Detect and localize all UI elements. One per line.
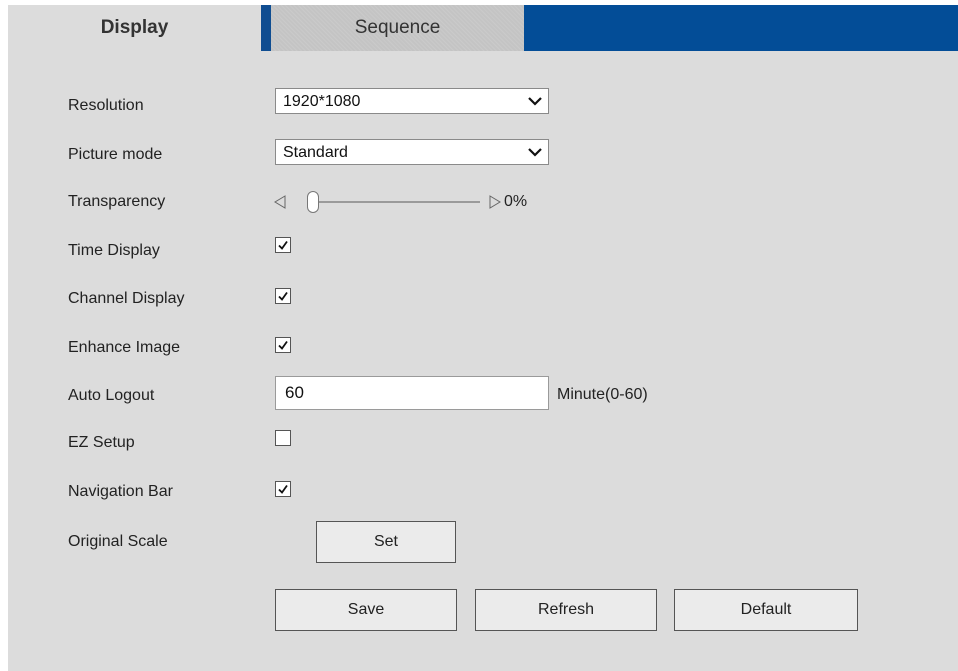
enhance-image-checkbox[interactable] bbox=[275, 337, 291, 353]
time-display-checkbox[interactable] bbox=[275, 237, 291, 253]
default-button[interactable]: Default bbox=[674, 589, 858, 631]
slider-right-arrow-icon[interactable] bbox=[489, 195, 501, 209]
original-scale-label: Original Scale bbox=[68, 533, 168, 550]
display-settings-panel: Display Sequence Resolution 1920*1080 Pi… bbox=[8, 5, 958, 671]
tab-sequence[interactable]: Sequence bbox=[271, 5, 524, 51]
transparency-slider[interactable]: 0% bbox=[274, 190, 554, 216]
slider-track[interactable] bbox=[312, 201, 480, 203]
tab-divider bbox=[261, 5, 271, 51]
auto-logout-unit: Minute(0-60) bbox=[557, 386, 648, 403]
resolution-select[interactable]: 1920*1080 bbox=[275, 88, 549, 114]
navigation-bar-label: Navigation Bar bbox=[68, 483, 173, 500]
slider-thumb[interactable] bbox=[307, 191, 319, 213]
refresh-button[interactable]: Refresh bbox=[475, 589, 657, 631]
navigation-bar-checkbox[interactable] bbox=[275, 481, 291, 497]
save-button[interactable]: Save bbox=[275, 589, 457, 631]
auto-logout-label: Auto Logout bbox=[68, 387, 155, 404]
picture-mode-label: Picture mode bbox=[68, 146, 163, 163]
tab-bar-fill bbox=[524, 5, 958, 51]
channel-display-label: Channel Display bbox=[68, 290, 185, 307]
time-display-label: Time Display bbox=[68, 242, 160, 259]
checkmark-icon bbox=[278, 291, 288, 301]
auto-logout-input[interactable] bbox=[275, 376, 549, 410]
ez-setup-checkbox[interactable] bbox=[275, 430, 291, 446]
channel-display-checkbox[interactable] bbox=[275, 288, 291, 304]
enhance-image-label: Enhance Image bbox=[68, 339, 181, 356]
set-button[interactable]: Set bbox=[316, 521, 456, 563]
resolution-value: 1920*1080 bbox=[283, 93, 361, 110]
resolution-label: Resolution bbox=[68, 97, 144, 114]
tab-bar: Display Sequence bbox=[8, 5, 958, 51]
tab-display[interactable]: Display bbox=[8, 5, 261, 51]
picture-mode-value: Standard bbox=[283, 144, 348, 161]
ez-setup-label: EZ Setup bbox=[68, 434, 135, 451]
checkmark-icon bbox=[278, 240, 288, 250]
picture-mode-select[interactable]: Standard bbox=[275, 139, 549, 165]
transparency-label: Transparency bbox=[68, 193, 166, 210]
chevron-down-icon bbox=[528, 97, 542, 106]
slider-left-arrow-icon[interactable] bbox=[274, 195, 286, 209]
checkmark-icon bbox=[278, 340, 288, 350]
chevron-down-icon bbox=[528, 148, 542, 157]
checkmark-icon bbox=[278, 484, 288, 494]
transparency-value: 0% bbox=[504, 193, 528, 210]
